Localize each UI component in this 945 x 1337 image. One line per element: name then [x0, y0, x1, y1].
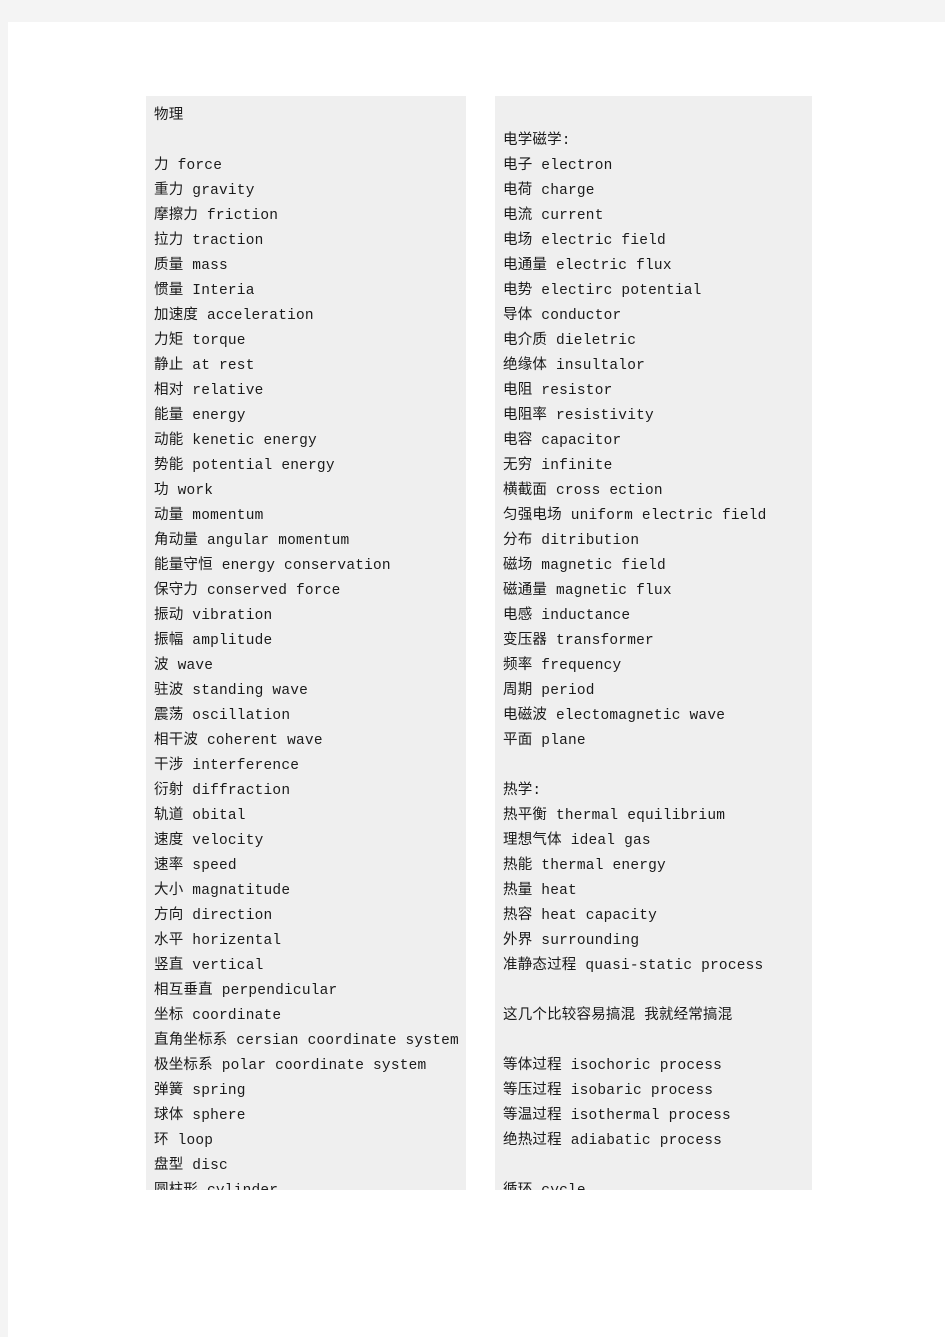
vocabulary-line: 波 wave	[154, 658, 214, 674]
vocabulary-line: 电子 electron	[503, 158, 613, 174]
vocabulary-line: 能量守恒 energy conservation	[154, 558, 391, 574]
vocabulary-line: 水平 horizental	[154, 933, 282, 949]
vocabulary-line: 振动 vibration	[154, 608, 273, 624]
vocabulary-line: 横截面 cross ection	[503, 483, 663, 499]
vocabulary-line: 轨道 obital	[154, 808, 246, 824]
vocabulary-line: 外界 surrounding	[503, 933, 640, 949]
vocabulary-line: 重力 gravity	[154, 183, 255, 199]
vocabulary-line: 理想气体 ideal gas	[503, 833, 651, 849]
vocabulary-line: 频率 frequency	[503, 658, 622, 674]
vocabulary-line: 热量 heat	[503, 883, 577, 899]
vocabulary-line: 弹簧 spring	[154, 1083, 246, 1099]
document-page: 物理 力 force 重力 gravity 摩擦力 friction 拉力 tract…	[0, 0, 945, 1337]
vocabulary-line: 直角坐标系 cersian coordinate system	[154, 1033, 459, 1049]
vocabulary-line: 惯量 Interia	[154, 283, 255, 299]
vocabulary-line: 绝热过程 adiabatic process	[503, 1133, 723, 1149]
vocabulary-line: 坐标 coordinate	[154, 1008, 282, 1024]
vocabulary-line: 电学磁学:	[503, 133, 571, 149]
vocabulary-line: 振幅 amplitude	[154, 633, 273, 649]
vocabulary-line: 驻波 standing wave	[154, 683, 309, 699]
vocabulary-line: 电荷 charge	[503, 183, 595, 199]
vocabulary-line: 热学:	[503, 783, 542, 799]
vocabulary-line: 动能 kenetic energy	[154, 433, 317, 449]
vocabulary-line: 摩擦力 friction	[154, 208, 279, 224]
vocabulary-line: 导体 conductor	[503, 308, 622, 324]
vocabulary-line: 热容 heat capacity	[503, 908, 658, 924]
vocabulary-line: 加速度 acceleration	[154, 308, 314, 324]
vocabulary-line: 大小 magnatitude	[154, 883, 291, 899]
vocabulary-line: 这几个比较容易搞混 我就经常搞混	[503, 1008, 733, 1024]
vocabulary-line: 速率 speed	[154, 858, 237, 874]
vocabulary-line: 干涉 interference	[154, 758, 300, 774]
vocabulary-line: 相互垂直 perpendicular	[154, 983, 338, 999]
top-chrome-band	[0, 0, 945, 22]
vocabulary-line: 拉力 traction	[154, 233, 264, 249]
vocabulary-line: 等体过程 isochoric process	[503, 1058, 723, 1074]
vocabulary-line: 静止 at rest	[154, 358, 255, 374]
vocabulary-line: 电感 inductance	[503, 608, 631, 624]
vocabulary-line: 环 loop	[154, 1133, 214, 1149]
vocabulary-line: 平面 plane	[503, 733, 586, 749]
vocabulary-line: 盘型 disc	[154, 1158, 228, 1174]
vocabulary-line: 电阻 resistor	[503, 383, 613, 399]
vocabulary-line: 电阻率 resistivity	[503, 408, 654, 424]
vocabulary-line: 绝缘体 insultalor	[503, 358, 646, 374]
vocabulary-line: 保守力 conserved force	[154, 583, 341, 599]
vocabulary-line: 等温过程 isothermal process	[503, 1108, 731, 1124]
vocabulary-line: 循环 cycle	[503, 1179, 806, 1190]
vocabulary-line: 电势 electirc potential	[503, 283, 702, 299]
vocabulary-line: 竖直 vertical	[154, 958, 264, 974]
vocabulary-line: 无穷 infinite	[503, 458, 613, 474]
vocabulary-line: 极坐标系 polar coordinate system	[154, 1058, 427, 1074]
vocabulary-line: 力矩 torque	[154, 333, 246, 349]
vocabulary-line: 相对 relative	[154, 383, 264, 399]
vocabulary-line: 能量 energy	[154, 408, 246, 424]
vocabulary-line: 电容 capacitor	[503, 433, 622, 449]
vocabulary-line: 圆柱形 cylinder	[154, 1179, 460, 1190]
vocabulary-line: 等压过程 isobaric process	[503, 1083, 714, 1099]
vocabulary-line: 电流 current	[503, 208, 604, 224]
vocabulary-line: 匀强电场 uniform electric field	[503, 508, 767, 524]
vocabulary-line: 势能 potential energy	[154, 458, 335, 474]
right-column-electromagnetism-thermodynamics-vocabulary: 电学磁学: 电子 electron 电荷 charge 电流 current 电场 el…	[495, 96, 812, 1190]
left-margin-strip	[0, 22, 8, 1337]
two-column-content: 物理 力 force 重力 gravity 摩擦力 friction 拉力 tract…	[146, 96, 812, 1190]
vocabulary-line: 球体 sphere	[154, 1108, 246, 1124]
vocabulary-line: 方向 direction	[154, 908, 273, 924]
vocabulary-line: 震荡 oscillation	[154, 708, 291, 724]
vocabulary-line: 衍射 diffraction	[154, 783, 291, 799]
vocabulary-line: 准静态过程 quasi-static process	[503, 958, 764, 974]
vocabulary-line: 电介质 dieletric	[503, 333, 637, 349]
vocabulary-line: 变压器 transformer	[503, 633, 654, 649]
vocabulary-line: 速度 velocity	[154, 833, 264, 849]
vocabulary-line: 分布 ditribution	[503, 533, 640, 549]
vocabulary-line: 功 work	[154, 483, 214, 499]
vocabulary-line: 周期 period	[503, 683, 595, 699]
vocabulary-line: 相干波 coherent wave	[154, 733, 323, 749]
vocabulary-line: 角动量 angular momentum	[154, 533, 350, 549]
vocabulary-line: 动量 momentum	[154, 508, 264, 524]
vocabulary-line: 电场 electric field	[503, 233, 666, 249]
vocabulary-line: 磁通量 magnetic flux	[503, 583, 672, 599]
vocabulary-line: 物理	[154, 108, 184, 124]
vocabulary-line: 力 force	[154, 158, 223, 174]
vocabulary-line: 质量 mass	[154, 258, 228, 274]
vocabulary-line: 磁场 magnetic field	[503, 558, 666, 574]
vocabulary-line: 电通量 electric flux	[503, 258, 672, 274]
vocabulary-line: 热平衡 thermal equilibrium	[503, 808, 726, 824]
left-column-mechanics-vocabulary: 物理 力 force 重力 gravity 摩擦力 friction 拉力 tract…	[146, 96, 466, 1190]
vocabulary-line: 电磁波 electomagnetic wave	[503, 708, 726, 724]
vocabulary-line: 热能 thermal energy	[503, 858, 666, 874]
